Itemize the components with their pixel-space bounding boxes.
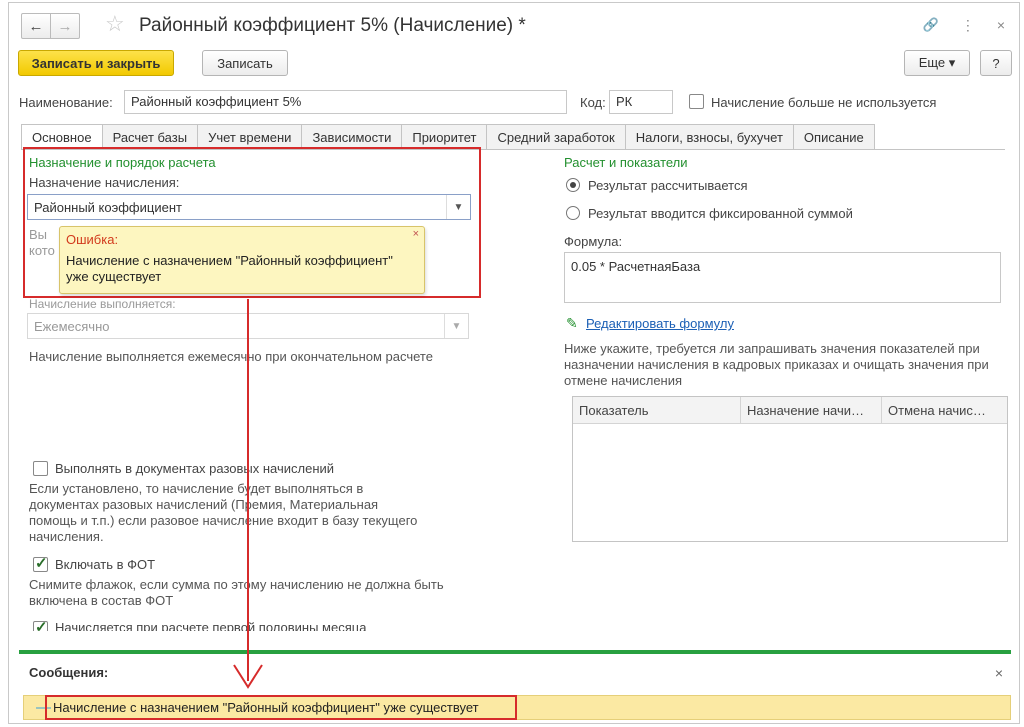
chevron-down-icon[interactable]: ▼ <box>444 314 468 338</box>
first-half-label: Начисляется при расчете первой половины … <box>55 620 367 631</box>
first-half-checkbox[interactable] <box>33 618 48 631</box>
more-menu-icon[interactable]: ⋮ <box>961 17 975 34</box>
formula-label: Формула: <box>564 234 623 249</box>
messages-divider <box>19 650 1011 654</box>
back-arrow-icon: ← <box>28 17 44 35</box>
one-time-label: Выполнять в документах разовых начислени… <box>55 461 335 476</box>
save-and-close-button[interactable]: Записать и закрыть <box>18 50 174 76</box>
more-button[interactable]: Еще ▾ <box>904 50 970 76</box>
name-input[interactable]: Районный коэффициент 5% <box>124 90 567 114</box>
favorite-star-icon[interactable]: ☆ <box>105 11 125 37</box>
formula-field[interactable]: 0.05 * РасчетнаяБаза <box>564 252 1001 303</box>
message-text[interactable]: Начисление с назначением "Районный коэфф… <box>45 695 517 720</box>
tab-description[interactable]: Описание <box>793 124 875 150</box>
column-cancel[interactable]: Отмена начис… <box>882 397 1007 424</box>
error-tooltip: Ошибка: Начисление с назначением "Районн… <box>59 226 425 294</box>
tab-taxes[interactable]: Налоги, взносы, бухучет <box>625 124 794 150</box>
save-button[interactable]: Записать <box>202 50 288 76</box>
fot-label: Включать в ФОТ <box>55 557 156 572</box>
radio-fixed[interactable] <box>566 206 580 220</box>
one-time-checkbox[interactable] <box>33 461 48 476</box>
radio-calculated[interactable] <box>566 178 580 192</box>
code-input[interactable]: РК <box>609 90 673 114</box>
fot-description: Снимите флажок, если сумма по этому начи… <box>29 577 444 608</box>
tooltip-text: Начисление с назначением "Районный коэфф… <box>66 253 393 284</box>
performed-description: Начисление выполняется ежемесячно при ок… <box>29 349 433 364</box>
performed-value: Ежемесячно <box>34 319 110 334</box>
back-button[interactable]: ← <box>21 13 51 39</box>
radio-fixed-label: Результат вводится фиксированной суммой <box>588 206 853 221</box>
column-assignment[interactable]: Назначение начи… <box>741 397 882 424</box>
performed-label: Начисление выполняется: <box>29 297 176 311</box>
indicators-table[interactable]: Показатель Назначение начи… Отмена начис… <box>572 396 1008 542</box>
code-label: Код: <box>580 95 606 110</box>
forward-button[interactable]: → <box>50 13 80 39</box>
fot-checkbox[interactable] <box>33 554 48 572</box>
help-button[interactable]: ? <box>980 50 1012 76</box>
indicators-description: Ниже укажите, требуется ли запрашивать з… <box>564 341 989 388</box>
tab-average-earnings[interactable]: Средний заработок <box>487 124 626 150</box>
one-time-description: Если установлено, то начисление будет вы… <box>29 481 418 544</box>
calc-section-title: Расчет и показатели <box>564 155 688 170</box>
form-window: ← → ☆ Районный коэффициент 5% (Начислени… <box>8 2 1020 724</box>
annotation-arrowhead <box>233 664 263 689</box>
forward-arrow-icon: → <box>57 17 73 35</box>
name-label: Наименование: <box>19 95 113 110</box>
close-icon[interactable]: × <box>997 17 1005 34</box>
not-used-checkbox[interactable] <box>689 94 704 109</box>
annotation-arrow-line <box>247 299 249 681</box>
titlebar: ← → ☆ Районный коэффициент 5% (Начислени… <box>9 3 1019 43</box>
pencil-icon: ✎ <box>566 315 578 331</box>
not-used-label: Начисление больше не используется <box>711 95 937 110</box>
radio-calculated-label: Результат рассчитывается <box>588 178 748 193</box>
tooltip-close-icon[interactable]: × <box>413 228 419 240</box>
page-title: Районный коэффициент 5% (Начисление) * <box>139 15 526 36</box>
column-indicator[interactable]: Показатель <box>573 397 741 424</box>
first-half-row-clip: Начисляется при расчете первой половины … <box>29 617 469 631</box>
edit-formula-link[interactable]: Редактировать формулу <box>586 316 734 331</box>
messages-close-icon[interactable]: × <box>995 665 1003 681</box>
messages-title: Сообщения: <box>29 665 109 680</box>
table-header: Показатель Назначение начи… Отмена начис… <box>573 397 1007 424</box>
link-icon[interactable]: 🔗 <box>923 17 939 34</box>
tooltip-title: Ошибка: <box>66 232 119 247</box>
